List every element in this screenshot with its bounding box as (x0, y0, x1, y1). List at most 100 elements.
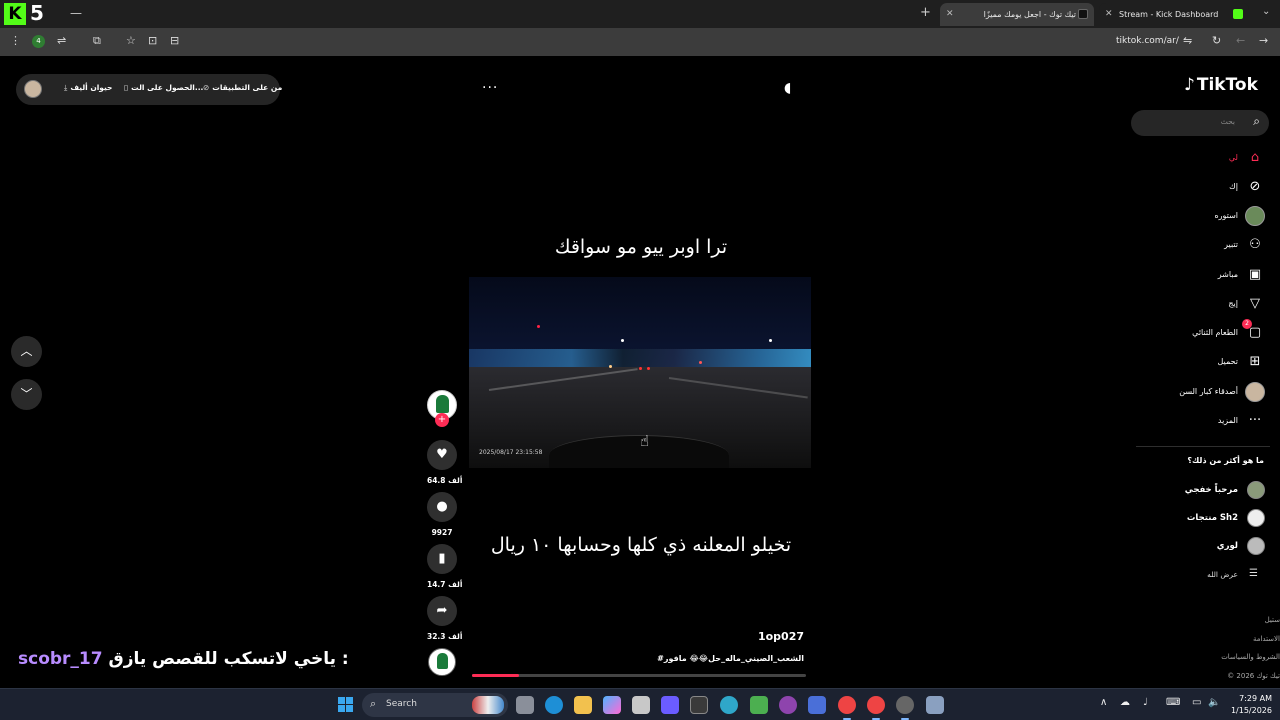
next-video-button[interactable]: ﹀ (11, 379, 42, 410)
share-icon[interactable]: ➦ (427, 596, 457, 626)
volume-icon[interactable]: 🔈 (1208, 697, 1220, 708)
sidebar-item-upload[interactable]: تحميل ⊞ (1140, 352, 1270, 372)
live-pet-button[interactable]: ⤓ حيوان أليف (64, 83, 112, 93)
footer-link[interactable]: ستيل (1190, 611, 1280, 630)
compass-small-icon: ⊘ (203, 83, 210, 92)
chrome-profile-icon[interactable] (867, 696, 885, 720)
address-bar[interactable]: tiktok.com/ar/ (1116, 36, 1179, 46)
chrome-icon[interactable] (838, 696, 856, 720)
language-icon[interactable]: ⌨ (1166, 697, 1180, 708)
chrome-dev-icon[interactable] (896, 696, 914, 720)
copilot-icon[interactable] (603, 696, 621, 714)
sidebar-footer: ستيل الاستدامة الشروط والسياسات © 2026 ت… (1190, 611, 1280, 685)
tiktok-logo[interactable]: ♪ TikTok (1184, 75, 1258, 95)
site-settings-icon[interactable]: ⇋ (1183, 34, 1192, 47)
weather-icon[interactable]: ☁ (1120, 697, 1130, 708)
edge-icon[interactable] (545, 696, 563, 714)
display-icon[interactable]: ▭ (1192, 697, 1201, 708)
search-input[interactable]: بحث ⌕ (1131, 110, 1269, 136)
compass-icon: ⊘ (1249, 179, 1261, 194)
video-author[interactable]: 1op027 (700, 630, 804, 643)
windows-start-icon[interactable] (338, 697, 354, 713)
save-action[interactable]: ▮ 14.7 ألف (427, 544, 462, 589)
following-account[interactable]: لوري (1140, 536, 1270, 556)
previous-video-button[interactable]: ︿ (11, 336, 42, 367)
following-account[interactable]: منتجات Sh2 (1140, 508, 1270, 528)
sidebar-item-filter[interactable]: إيج ▽ (1140, 294, 1270, 314)
footer-link[interactable]: الاستدامة (1190, 630, 1280, 649)
bookmark-star-icon[interactable]: ☆ (126, 34, 136, 47)
system-clock[interactable]: 7:29 AM 1/15/2026 (1226, 693, 1272, 717)
tray-chevron-icon[interactable]: ∧ (1100, 697, 1107, 708)
music-disc[interactable] (428, 648, 456, 676)
comment-count: 9927 (431, 528, 453, 537)
file-explorer-icon[interactable] (574, 696, 592, 714)
sidebar-item-profile[interactable]: أصدقاء كبار السن (1140, 382, 1270, 402)
minimize-icon[interactable]: — (70, 6, 82, 20)
tiktok-favicon-icon (1078, 9, 1088, 19)
taskbar-search[interactable]: ⌕ Search (362, 693, 508, 717)
search-icon[interactable]: ⌕ (1253, 114, 1260, 129)
microphone-icon[interactable]: ♩ (1143, 697, 1148, 708)
extensions-icon[interactable]: ⧉ (93, 34, 101, 48)
obs-icon[interactable] (690, 696, 708, 714)
screenshot-icon[interactable]: ⊡ (148, 34, 157, 47)
forward-icon[interactable]: ← (1236, 34, 1245, 47)
more-options-icon[interactable]: ··· (482, 80, 498, 96)
volume-icon[interactable]: ◖ (784, 80, 791, 96)
sidebar-item-explore[interactable]: إك ⊘ (1140, 177, 1270, 197)
sidebar-item-store[interactable]: استوره (1140, 206, 1270, 226)
browser-tabbar: K 5 — + ✕ تيك توك - اجعل يومك مميزًا ✕ S… (0, 0, 1280, 28)
tiktok-note-icon: ♪ (1184, 75, 1195, 95)
bookmark-icon[interactable]: ▮ (427, 544, 457, 574)
menu-kebab-icon[interactable]: ⋮ (10, 34, 21, 47)
clock-time: 7:29 AM (1239, 694, 1272, 703)
close-tab-icon[interactable]: ✕ (1105, 3, 1113, 26)
store-icon[interactable] (632, 696, 650, 714)
user-avatar[interactable] (24, 80, 42, 98)
download-icon: ⤓ (64, 83, 68, 92)
tab-kick[interactable]: ✕ Stream - Kick Dashboard (1099, 3, 1249, 26)
get-app-button[interactable]: ▯ الحصول على الت... (124, 83, 203, 92)
back-icon[interactable]: → (1259, 34, 1268, 47)
minecraft-icon[interactable] (750, 696, 768, 714)
apps-button[interactable]: ⊘ من على التطبيقات (203, 83, 282, 92)
heart-icon[interactable]: ♥ (427, 440, 457, 470)
clock-date: 1/15/2026 (1230, 706, 1272, 715)
video-hashtags[interactable]: #الشعب_الصيني_ماله_حل😂😂 مافور (600, 654, 804, 663)
following-section-title: ما هو أكثر من ذلك؟ (1187, 456, 1264, 465)
reload-icon[interactable]: ↻ (1212, 34, 1221, 47)
sidebar-item-foryou[interactable]: لي ⌂ (1140, 148, 1270, 168)
app-icon[interactable] (808, 696, 826, 714)
following-account[interactable]: مرحباً خفجي (1140, 480, 1270, 500)
sidebar-item-messages[interactable]: الطعام الثنائي ▢ 2 (1140, 319, 1270, 343)
list-icon: ☰ (1249, 568, 1258, 579)
sidebar-item-more[interactable]: المزيد ··· (1140, 411, 1270, 431)
settings-icon[interactable] (926, 696, 944, 714)
close-tab-icon[interactable]: ✕ (946, 3, 954, 26)
tab-tiktok[interactable]: ✕ تيك توك - اجعل يومك مميزًا (940, 3, 1094, 26)
account-avatar (1247, 509, 1265, 527)
extension-badge[interactable]: 4 (32, 35, 45, 48)
footer-link[interactable]: الشروط والسياسات (1190, 648, 1280, 667)
discord-icon[interactable] (779, 696, 797, 714)
video-editor-icon[interactable] (661, 696, 679, 714)
show-all-button[interactable]: عرض الله ☰ (1140, 568, 1270, 584)
vpn-icon[interactable] (720, 696, 738, 714)
new-tab-button[interactable]: + (920, 5, 931, 20)
task-view-icon[interactable] (516, 696, 534, 714)
sidebar-item-following[interactable]: تتبير ⚇ (1140, 235, 1270, 255)
car-tail-light (647, 367, 650, 370)
comment-action[interactable]: ● 9927 (427, 492, 457, 537)
follow-plus-icon[interactable]: + (435, 413, 449, 427)
player-action-pill: ⤓ حيوان أليف ▯ الحصول على الت... ⊘ من على ا… (16, 74, 282, 105)
reading-mode-icon[interactable]: ⇌ (57, 34, 66, 47)
like-action[interactable]: ♥ 64.8 ألف (427, 440, 462, 485)
comment-icon[interactable]: ● (427, 492, 457, 522)
share-action[interactable]: ➦ 32.3 ألف (427, 596, 462, 641)
install-app-icon[interactable]: ⊟ (170, 34, 179, 47)
tab-title: Stream - Kick Dashboard (1119, 10, 1219, 19)
video-progress-bar[interactable] (472, 674, 806, 677)
tab-search-chevron-icon[interactable]: ⌄ (1262, 6, 1270, 17)
sidebar-item-live[interactable]: مباشر ▣ (1140, 265, 1270, 285)
